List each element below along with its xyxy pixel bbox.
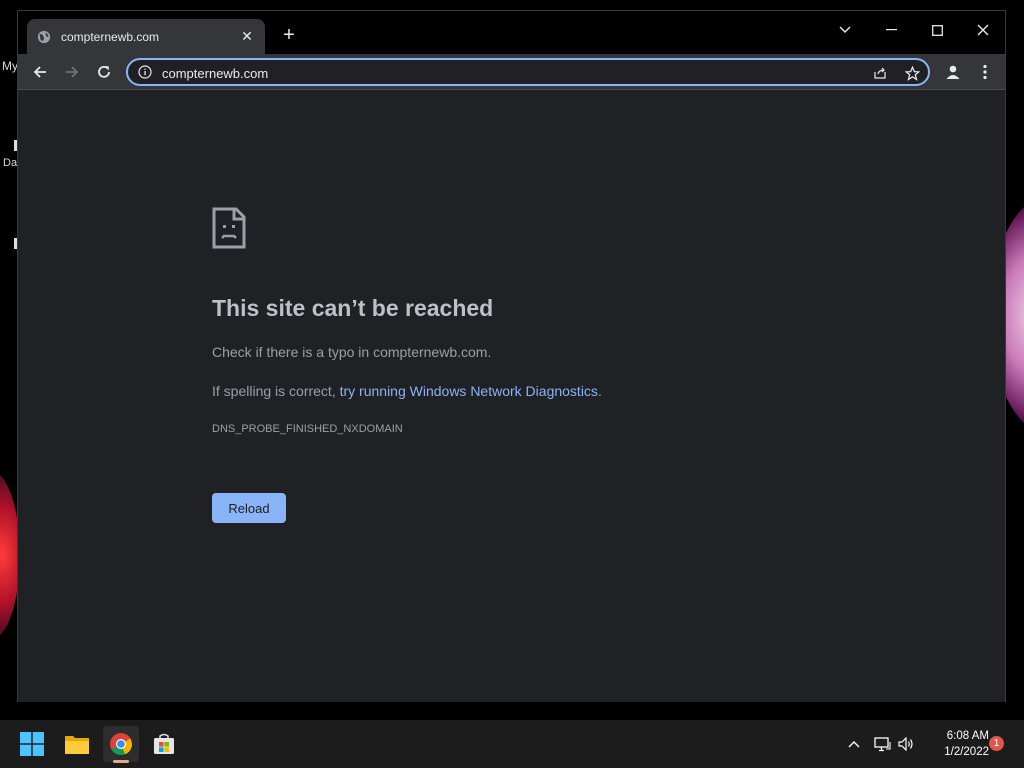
tab-search-chevron-icon[interactable] [822, 15, 868, 45]
more-menu-icon[interactable] [972, 59, 998, 85]
tab-close-icon[interactable]: ✕ [239, 28, 255, 45]
browser-window: compternewb.com ✕ + compternewb.com This… [17, 10, 1006, 702]
clock-date: 1/2/2022 [944, 746, 989, 758]
browser-toolbar [18, 54, 1005, 90]
file-explorer-icon[interactable] [59, 726, 95, 762]
share-icon[interactable] [870, 63, 890, 83]
new-tab-button[interactable]: + [277, 24, 301, 48]
chrome-icon[interactable] [103, 726, 139, 762]
tab-strip: compternewb.com ✕ + [18, 11, 1005, 54]
back-button[interactable] [27, 59, 53, 85]
error-heading: This site can’t be reached [212, 295, 494, 321]
microsoft-store-icon[interactable] [146, 726, 182, 762]
show-hidden-icons-chevron-icon[interactable] [844, 734, 864, 754]
url-input[interactable] [160, 62, 844, 84]
notification-badge[interactable]: 1 [989, 736, 1004, 751]
windows-start-icon[interactable] [14, 726, 50, 762]
volume-icon[interactable] [896, 734, 916, 754]
browser-tab[interactable]: compternewb.com ✕ [27, 19, 265, 54]
forward-button[interactable] [59, 59, 85, 85]
bookmark-star-icon[interactable] [902, 63, 922, 83]
clock[interactable]: 6:08 AM 1/2/2022 [925, 728, 989, 760]
error-page: This site can’t be reached Check if ther… [18, 90, 1005, 702]
clock-time: 6:08 AM [946, 730, 989, 742]
globe-icon [37, 30, 51, 43]
desktop-icon-label[interactable]: Da [3, 157, 17, 169]
reload-icon[interactable] [91, 59, 117, 85]
desktop-icon-label[interactable]: My [2, 59, 18, 73]
close-window-button[interactable] [960, 15, 1006, 45]
active-app-indicator [113, 760, 129, 763]
diagnostics-prefix: If spelling is correct, [212, 383, 340, 399]
diagnostics-suffix: . [597, 383, 602, 399]
sad-page-icon [212, 207, 246, 249]
tab-title: compternewb.com [61, 29, 160, 44]
minimize-button[interactable] [868, 15, 914, 45]
reload-button[interactable]: Reload [212, 493, 286, 523]
network-icon[interactable] [872, 734, 892, 754]
network-diagnostics-link[interactable]: try running Windows Network Diagnostics [340, 383, 598, 399]
maximize-button[interactable] [914, 15, 960, 45]
diagnostics-hint: If spelling is correct, try running Wind… [212, 383, 602, 399]
site-info-icon[interactable] [138, 65, 152, 79]
address-bar[interactable] [126, 58, 930, 86]
taskbar: 6:08 AM 1/2/2022 1 [0, 720, 1024, 768]
profile-icon[interactable] [940, 59, 966, 85]
error-code: DNS_PROBE_FINISHED_NXDOMAIN [212, 423, 403, 435]
typo-hint: Check if there is a typo in compternewb.… [212, 344, 492, 360]
